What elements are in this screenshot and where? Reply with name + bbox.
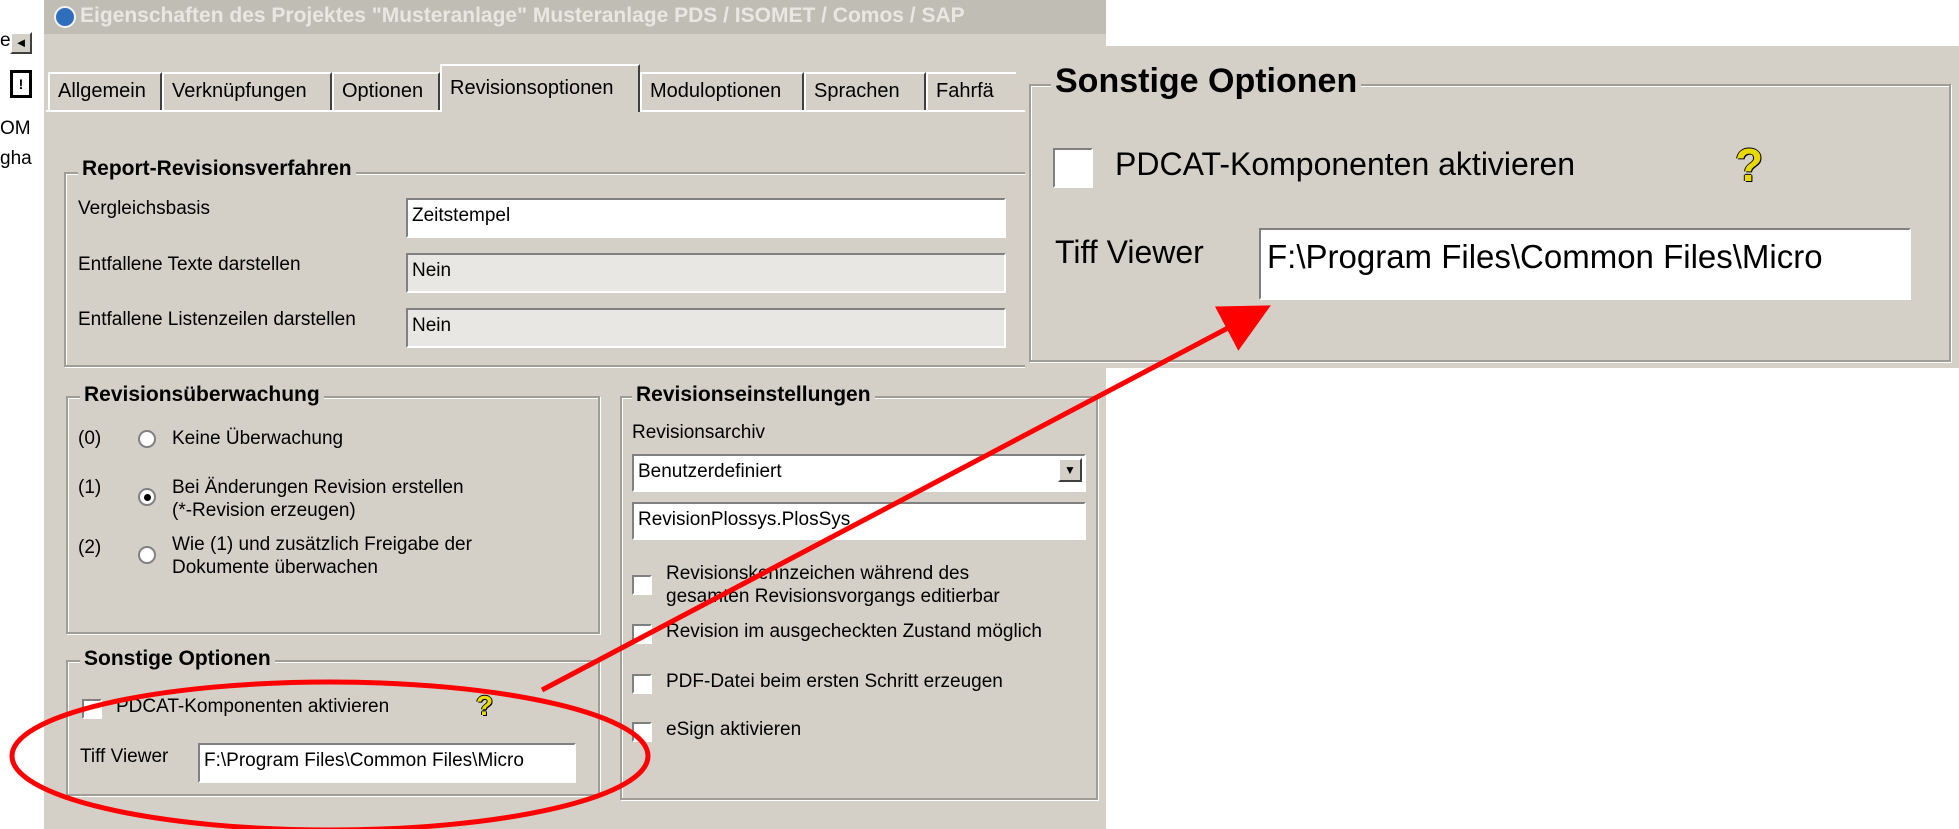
callout-arrow — [540, 305, 1271, 693]
highlight-ellipse — [9, 679, 651, 829]
annotation-overlay — [9, 305, 1271, 829]
tab-revisionsoptionen[interactable]: Revisionsoptionen — [440, 64, 640, 112]
